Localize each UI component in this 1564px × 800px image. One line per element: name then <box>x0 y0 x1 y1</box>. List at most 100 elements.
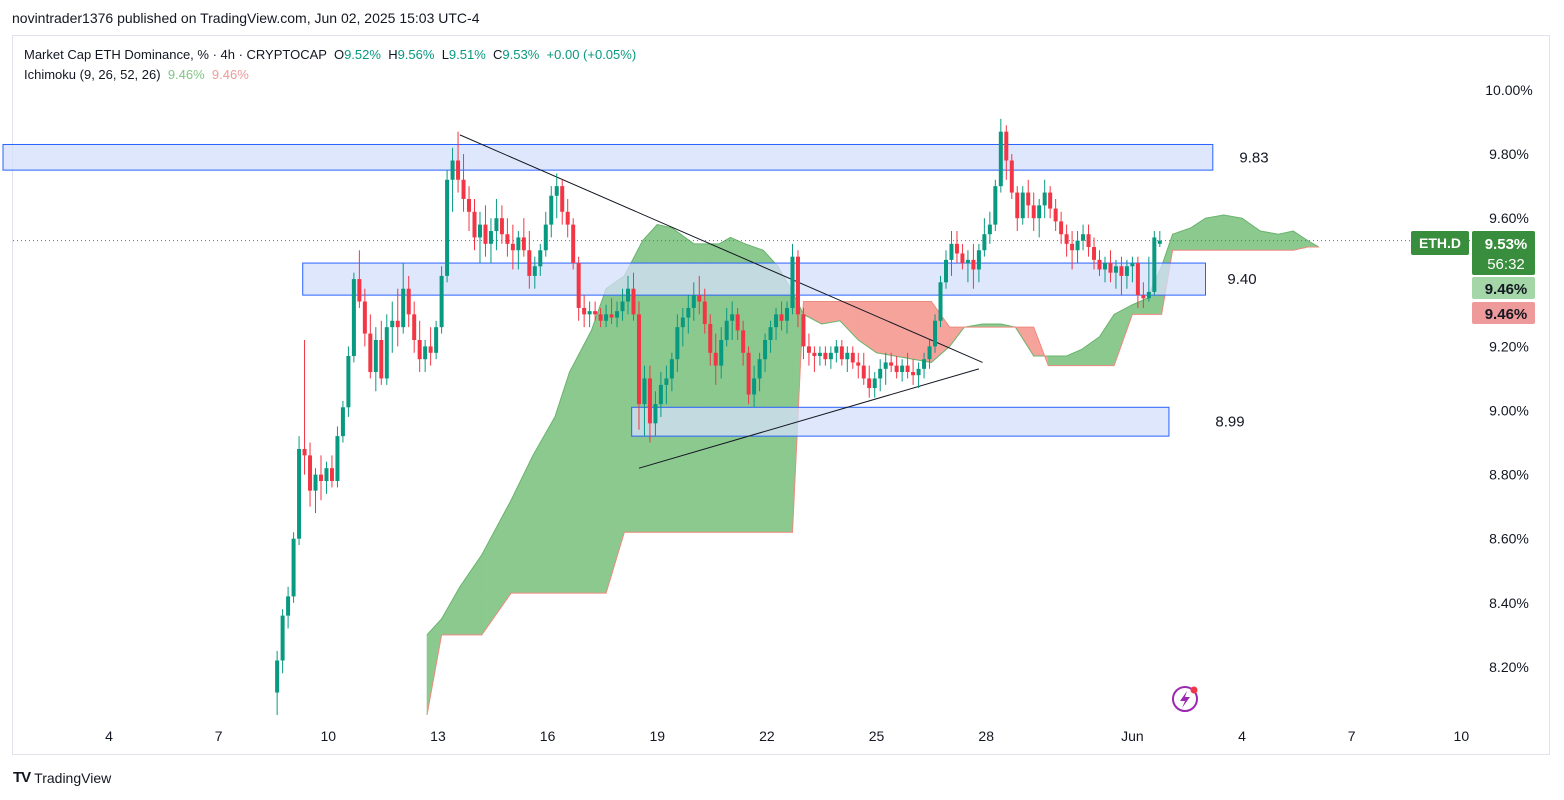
indicator-legend-row[interactable]: Ichimoku (9, 26, 52, 26) 9.46% 9.46% <box>24 65 636 85</box>
candle-body <box>505 234 510 244</box>
close-value: 9.53% <box>502 47 540 62</box>
candle-body <box>582 307 587 315</box>
candle-body <box>1026 192 1031 206</box>
candle <box>329 455 334 488</box>
candle-body <box>801 314 806 347</box>
candle <box>477 211 482 264</box>
low-value: 9.51% <box>448 47 486 62</box>
candle-body <box>576 263 581 308</box>
candle-body <box>439 275 444 328</box>
ticker-tag: ETH.D <box>1419 235 1461 251</box>
candle-body <box>467 198 472 212</box>
cloud-segment <box>459 553 483 636</box>
candle <box>275 650 280 715</box>
candle <box>993 179 998 232</box>
candle-body <box>1119 266 1124 276</box>
candle <box>900 359 905 382</box>
candle-body <box>697 295 702 302</box>
candle-body <box>927 346 932 360</box>
candle-body <box>1048 192 1053 209</box>
candle-body <box>445 179 450 276</box>
candle-body <box>395 320 400 328</box>
candle <box>845 346 850 373</box>
candle-body <box>785 307 790 321</box>
chart-legend: Market Cap ETH Dominance, % · 4h · CRYPT… <box>24 45 636 85</box>
candle-body <box>998 131 1003 187</box>
candle-body <box>658 384 663 405</box>
candle-body <box>768 327 773 340</box>
candle <box>790 243 795 315</box>
candle <box>379 320 384 385</box>
candle-body <box>817 352 822 357</box>
candle-body <box>664 378 669 385</box>
candle-body <box>1037 205 1042 219</box>
candle-body <box>1031 205 1036 219</box>
candle-body <box>806 346 811 353</box>
candle <box>1157 231 1162 248</box>
cloud-segment <box>532 415 556 594</box>
candle-body <box>351 279 356 357</box>
candle-body <box>368 333 373 373</box>
candle <box>878 359 883 392</box>
candle-body <box>642 378 647 405</box>
candle <box>291 532 296 603</box>
candle <box>916 362 921 389</box>
candle-body <box>713 352 718 366</box>
candle <box>280 609 285 674</box>
candle-body <box>1015 192 1020 219</box>
candle <box>1004 125 1009 180</box>
candle-body <box>417 339 422 360</box>
candle-body <box>1020 192 1025 219</box>
candle-body <box>669 359 674 379</box>
candle <box>456 131 461 193</box>
candle-body <box>461 179 466 199</box>
candle-body <box>812 352 817 357</box>
candle-body <box>499 218 504 235</box>
candle-body <box>916 368 921 376</box>
y-tick-label: 9.00% <box>1489 403 1529 419</box>
price-chart[interactable]: 9.839.408.99 10.00%9.80%9.60%9.40%9.20%9… <box>0 0 1564 800</box>
candle-body <box>1070 243 1075 251</box>
candle-body <box>680 317 685 328</box>
cloud-segment <box>894 301 914 360</box>
tradingview-footer[interactable]: TV TradingView <box>13 769 111 786</box>
candle-body <box>560 186 565 212</box>
symbol-legend-row[interactable]: Market Cap ETH Dominance, % · 4h · CRYPT… <box>24 45 636 65</box>
x-tick-label: 4 <box>105 728 113 744</box>
candle-body <box>571 224 576 264</box>
zone-label-8.99: 8.99 <box>1215 414 1244 431</box>
candle <box>1037 198 1042 238</box>
candle-body <box>280 615 285 661</box>
candle-body <box>1152 237 1157 292</box>
candle <box>1042 179 1047 219</box>
candle-body <box>774 314 779 328</box>
candle <box>801 307 806 360</box>
candle-body <box>724 320 729 340</box>
candle-body <box>954 243 959 254</box>
candle-body <box>675 327 680 360</box>
candle-body <box>730 314 735 321</box>
cloud-segment <box>1080 336 1100 366</box>
candle <box>1081 224 1086 251</box>
zone-8.99 <box>631 406 1170 437</box>
indicator-value-span-a: 9.46% <box>167 67 205 82</box>
candle <box>340 400 345 443</box>
candle-body <box>982 234 987 251</box>
candle-body <box>593 311 598 315</box>
candle-body <box>543 224 548 251</box>
candle-body <box>302 448 307 456</box>
candle-body <box>763 339 768 360</box>
lightning-icon[interactable] <box>1172 686 1198 712</box>
candle <box>1048 186 1053 219</box>
candle <box>582 295 587 328</box>
candle <box>982 218 987 257</box>
candle-body <box>1102 263 1107 270</box>
x-tick-label: 4 <box>1238 728 1246 744</box>
time-axis: 4 7 10 13 16 19 22 25 28 Jun 4 7 10 <box>105 728 1469 744</box>
candle-body <box>308 455 313 491</box>
candle <box>313 468 318 514</box>
candle-body <box>313 474 318 491</box>
candle <box>1026 179 1031 219</box>
y-tick-label: 8.60% <box>1489 531 1529 547</box>
y-tick-label: 9.80% <box>1489 146 1529 162</box>
